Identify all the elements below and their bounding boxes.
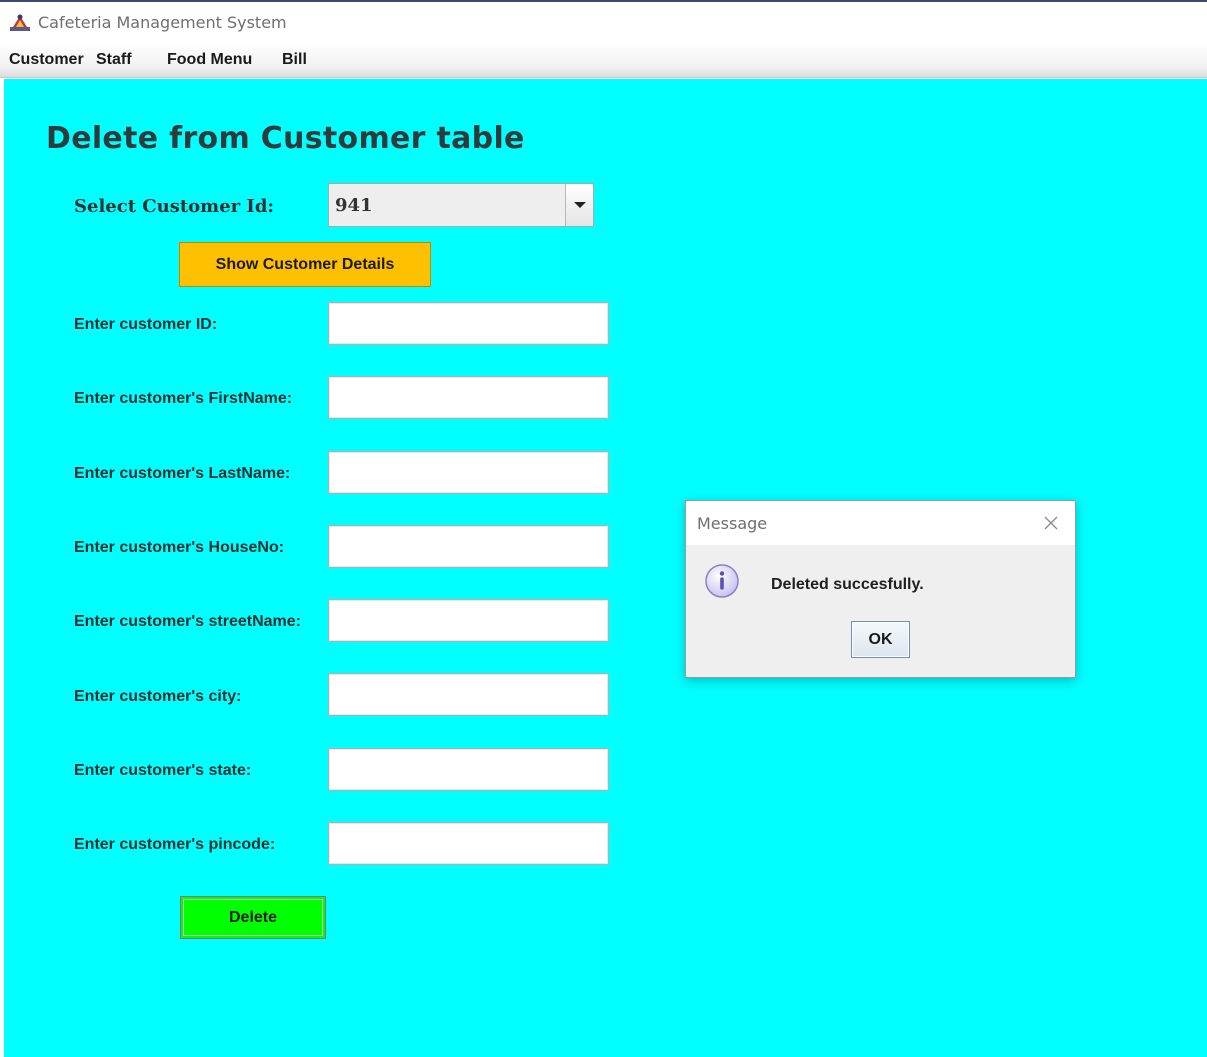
menu-bill[interactable]: Bill	[282, 51, 307, 69]
dialog-message: Deleted succesfully.	[771, 576, 924, 593]
dropdown-arrow-button[interactable]	[565, 184, 593, 226]
customer-id-dropdown[interactable]: 941	[328, 183, 594, 227]
pincode-label: Enter customer's pincode:	[74, 836, 276, 853]
last-name-label: Enter customer's LastName:	[74, 465, 291, 482]
menu-food-menu[interactable]: Food Menu	[167, 51, 252, 69]
dialog-title: Message	[697, 514, 768, 533]
city-field[interactable]	[328, 673, 609, 716]
customer-id-field[interactable]	[328, 302, 609, 345]
window-title: Cafeteria Management System	[38, 13, 287, 32]
java-app-icon	[10, 14, 30, 31]
dialog-title-bar[interactable]: Message	[686, 501, 1075, 545]
page-title: Delete from Customer table	[46, 121, 525, 156]
menu-bar: Customer Staff Food Menu Bill	[0, 42, 1207, 78]
house-no-field[interactable]	[328, 525, 609, 568]
menu-customer[interactable]: Customer	[9, 51, 84, 69]
customer-id-selected-value: 941	[335, 195, 373, 216]
state-label: Enter customer's state:	[74, 762, 252, 779]
customer-id-label: Enter customer ID:	[74, 316, 218, 333]
first-name-field[interactable]	[328, 376, 609, 419]
show-customer-details-button[interactable]: Show Customer Details	[179, 242, 431, 287]
info-icon	[705, 564, 739, 598]
street-name-label: Enter customer's streetName:	[74, 613, 301, 630]
street-name-field[interactable]	[328, 599, 609, 642]
title-bar: Cafeteria Management System	[0, 2, 1207, 42]
select-customer-id-label: Select Customer Id:	[74, 196, 275, 217]
state-field[interactable]	[328, 748, 609, 791]
last-name-field[interactable]	[328, 451, 609, 494]
pincode-field[interactable]	[328, 822, 609, 865]
house-no-label: Enter customer's HouseNo:	[74, 539, 285, 556]
menu-staff[interactable]: Staff	[96, 51, 132, 69]
first-name-label: Enter customer's FirstName:	[74, 390, 293, 407]
city-label: Enter customer's city:	[74, 688, 242, 705]
ok-button[interactable]: OK	[851, 621, 910, 658]
chevron-down-icon	[574, 202, 586, 208]
delete-button[interactable]: Delete	[180, 896, 326, 939]
message-dialog: Message Deleted succesfully. OK	[685, 500, 1076, 678]
close-icon[interactable]	[1043, 515, 1059, 531]
